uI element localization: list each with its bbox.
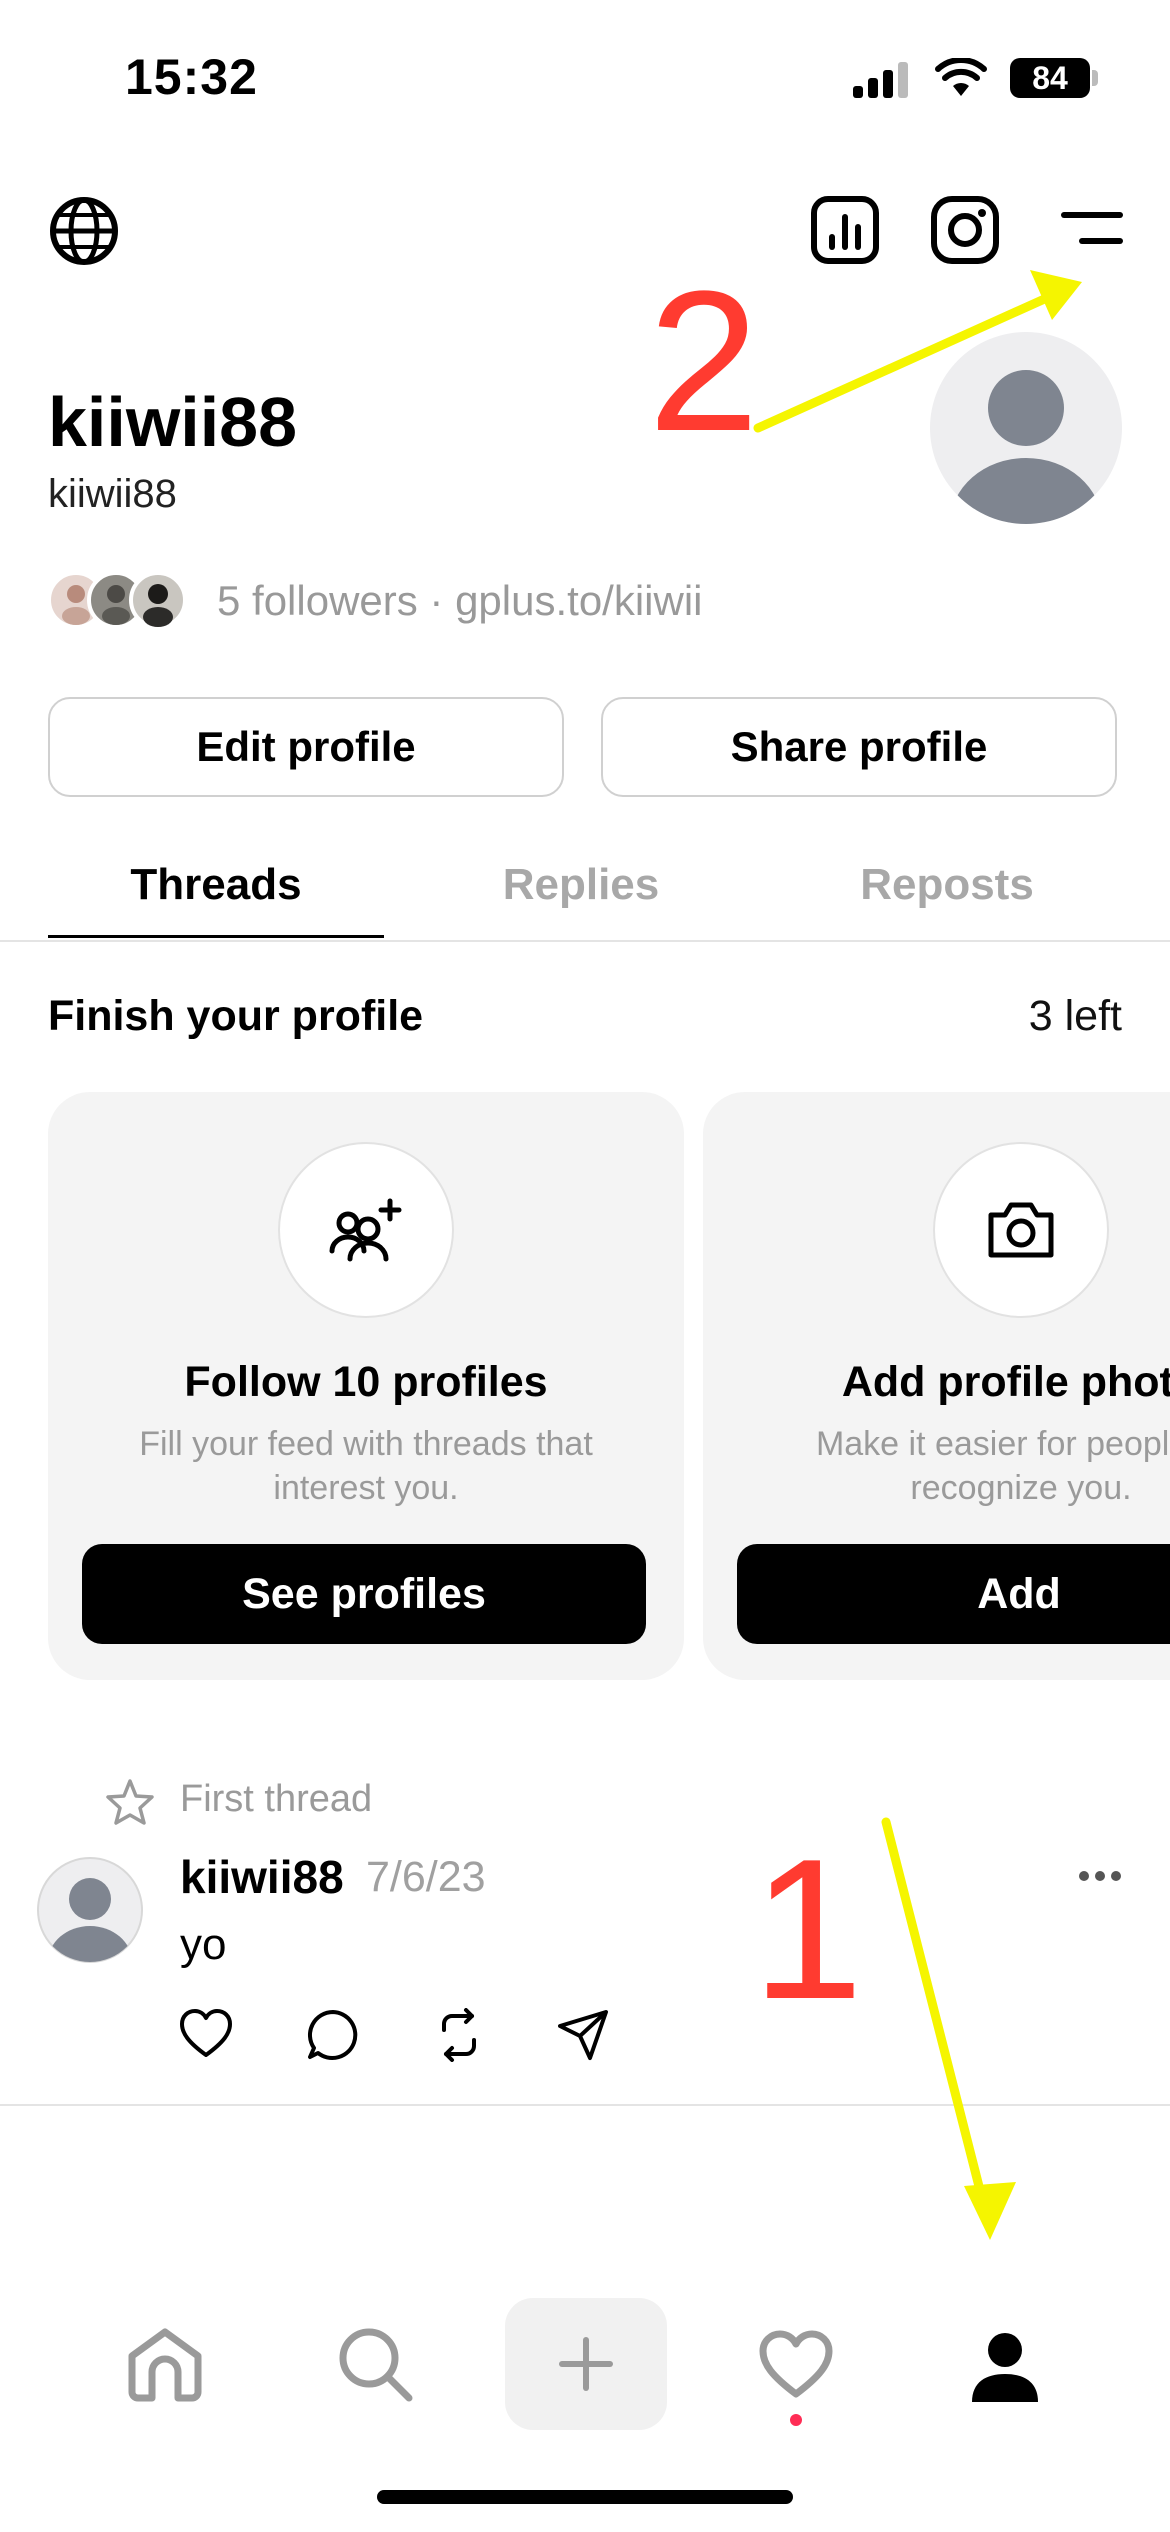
annotation-number-2: 2 [648,250,760,473]
annotation-number-1: 1 [752,1818,864,2041]
annotation-arrows [753,270,1082,2240]
